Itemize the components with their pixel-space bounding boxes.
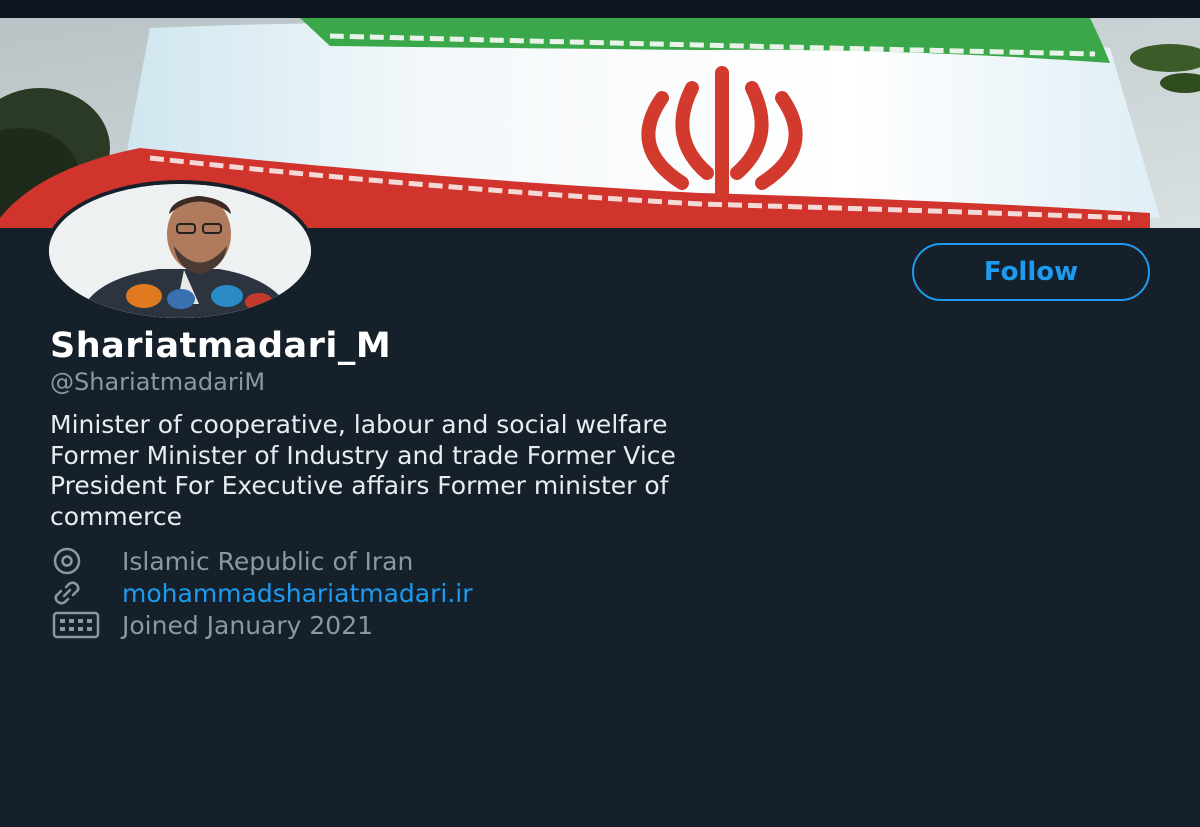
profile-avatar[interactable] <box>45 180 315 322</box>
profile-website[interactable]: mohammadshariatmadari.ir <box>52 578 473 608</box>
top-bar <box>0 0 1200 18</box>
website-link[interactable]: mohammadshariatmadari.ir <box>122 579 473 608</box>
follow-button[interactable]: Follow <box>912 243 1150 301</box>
profile-handle: @ShariatmadariM <box>50 368 266 396</box>
location-text: Islamic Republic of Iran <box>122 546 414 576</box>
link-icon <box>52 578 100 608</box>
display-name: Shariatmadari_M <box>50 326 392 366</box>
calendar-icon <box>52 610 100 640</box>
profile-location: Islamic Republic of Iran <box>52 546 413 576</box>
location-pin-icon <box>52 546 100 576</box>
profile-joined: Joined January 2021 <box>52 610 373 640</box>
profile-bio: Minister of cooperative, labour and soci… <box>50 410 676 531</box>
avatar-photo <box>49 184 311 318</box>
profile-page: Follow Shariatmadari_M @ShariatmadariM M… <box>0 0 1200 827</box>
joined-text: Joined January 2021 <box>122 610 374 640</box>
